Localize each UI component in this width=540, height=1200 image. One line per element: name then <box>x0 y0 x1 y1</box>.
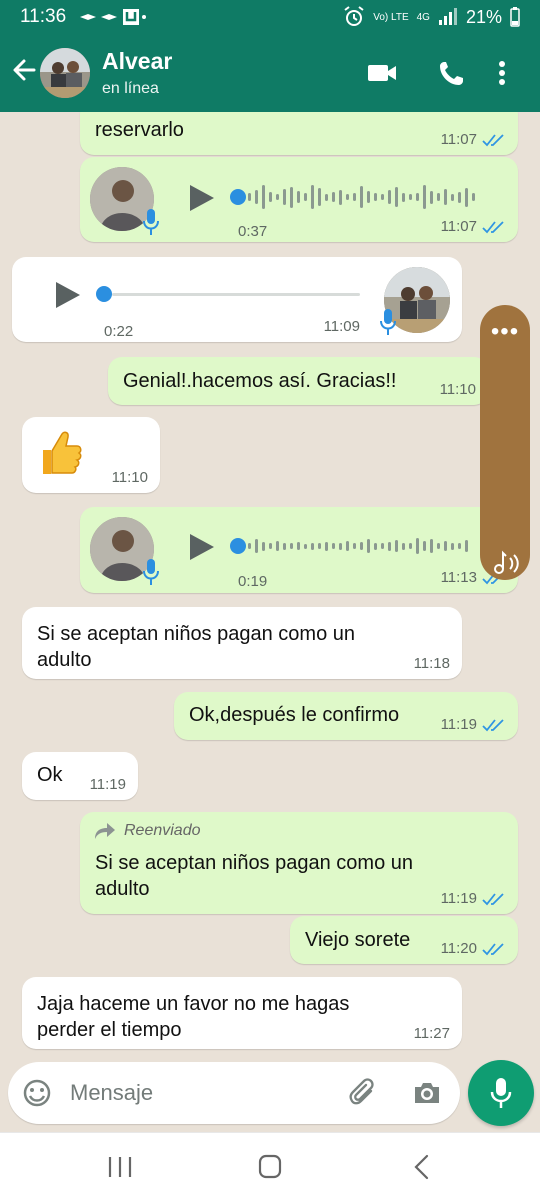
notification-icons <box>80 9 147 25</box>
message-text: Si se aceptan niños pagan como un adulto <box>95 852 413 900</box>
audio-note-icon[interactable] <box>492 550 520 576</box>
message-time: 11:07 <box>441 219 506 234</box>
voice-duration: 0:19 <box>238 573 268 590</box>
back-nav-icon[interactable] <box>404 1151 440 1183</box>
mic-icon <box>143 559 159 585</box>
playback-position-dot[interactable] <box>230 538 246 554</box>
message-composer <box>8 1062 460 1124</box>
message-bubble[interactable]: Viejo sorete 11:20 <box>290 916 518 964</box>
voice-progress-track[interactable] <box>112 293 360 296</box>
mic-icon <box>380 309 396 335</box>
mic-icon <box>490 1078 512 1108</box>
message-time: 11:10 <box>111 469 148 486</box>
back-arrow-icon[interactable] <box>10 56 38 84</box>
voice-waveform[interactable] <box>248 532 468 560</box>
message-time: 11:07 <box>441 132 506 147</box>
play-icon[interactable] <box>186 532 216 562</box>
attach-icon[interactable] <box>348 1078 378 1108</box>
voice-message[interactable]: 0:19 11:13 <box>80 507 518 593</box>
read-ticks-icon <box>482 133 504 146</box>
home-icon[interactable] <box>252 1151 288 1183</box>
contact-avatar[interactable] <box>40 48 90 98</box>
voice-duration: 0:37 <box>238 223 268 240</box>
signal-icon <box>438 8 457 25</box>
message-bubble[interactable]: reservarlo 11:07 <box>80 112 518 155</box>
mic-icon <box>143 209 159 235</box>
message-time: 11:27 <box>413 1025 450 1042</box>
status-time: 11:36 <box>20 6 67 27</box>
forward-arrow-icon <box>95 823 115 839</box>
voice-call-icon[interactable] <box>436 58 468 88</box>
chat-header: Alvear en línea <box>0 34 540 112</box>
message-bubble[interactable]: Ok 11:19 <box>22 752 138 800</box>
emoji-icon[interactable] <box>22 1078 52 1108</box>
message-time: 11:20 <box>441 941 506 956</box>
message-time: 11:19 <box>89 776 126 793</box>
status-bar: 11:36 Vo) LTE 4G 21% <box>0 0 540 34</box>
network-type: 4G <box>416 11 430 23</box>
playback-position-dot[interactable] <box>230 189 246 205</box>
voice-message[interactable]: 0:22 11:09 <box>12 257 462 342</box>
floating-overlay-handle[interactable]: ••• <box>480 305 530 580</box>
message-time: 11:09 <box>323 318 360 335</box>
message-text: reservarlo <box>95 119 184 141</box>
message-bubble[interactable]: Genial!.hacemos así. Gracias!! 11:10 <box>108 357 488 405</box>
forwarded-message[interactable]: Reenviado Si se aceptan niños pagan como… <box>80 812 518 914</box>
message-time: 11:19 <box>441 717 506 732</box>
message-input[interactable] <box>70 1076 330 1110</box>
voice-waveform[interactable] <box>248 183 475 211</box>
read-ticks-icon <box>482 892 504 905</box>
play-icon[interactable] <box>52 280 82 310</box>
message-time: 11:10 <box>439 381 476 398</box>
message-time: 11:18 <box>413 655 450 672</box>
message-text: Jaja haceme un favor no me hagas perder … <box>37 993 350 1041</box>
read-ticks-icon <box>482 220 504 233</box>
video-call-icon[interactable] <box>366 58 398 88</box>
system-nav-bar <box>0 1132 540 1200</box>
volte-indicator: Vo) LTE <box>373 11 409 23</box>
more-options-icon[interactable] <box>492 58 512 88</box>
message-bubble[interactable]: Jaja haceme un favor no me hagas perder … <box>22 977 462 1049</box>
read-ticks-icon <box>482 942 504 955</box>
voice-message[interactable]: 0:37 11:07 <box>80 157 518 242</box>
recent-apps-icon[interactable] <box>102 1151 138 1183</box>
message-bubble[interactable]: Ok,después le confirmo 11:19 <box>174 692 518 740</box>
voice-duration: 0:22 <box>104 323 134 340</box>
message-text: Ok <box>37 764 63 786</box>
battery-percent: 21% <box>465 6 502 27</box>
overlay-more-icon[interactable]: ••• <box>489 320 521 344</box>
message-text: Viejo sorete <box>305 929 411 951</box>
read-ticks-icon <box>482 718 504 731</box>
camera-icon[interactable] <box>412 1078 442 1108</box>
thumbs-up-emoji <box>43 431 82 474</box>
contact-status: en línea <box>102 80 159 97</box>
playback-position-dot[interactable] <box>96 286 112 302</box>
play-icon[interactable] <box>186 183 216 213</box>
message-bubble[interactable]: Si se aceptan niños pagan como un adulto… <box>22 607 462 679</box>
message-bubble[interactable]: 👍 11:10 <box>22 417 160 493</box>
message-time: 11:19 <box>441 891 506 906</box>
message-text: Ok,después le confirmo <box>189 704 400 726</box>
chat-area[interactable]: reservarlo 11:07 0:37 11:07 0:22 11:09 G… <box>0 112 540 1057</box>
record-voice-button[interactable] <box>468 1060 534 1126</box>
battery-icon <box>510 7 520 27</box>
forwarded-label: Reenviado <box>94 818 201 844</box>
message-text: Si se aceptan niños pagan como un adulto <box>37 623 355 671</box>
contact-name[interactable]: Alvear <box>102 48 172 75</box>
alarm-icon <box>344 6 364 26</box>
message-text: Genial!.hacemos así. Gracias!! <box>123 370 397 392</box>
